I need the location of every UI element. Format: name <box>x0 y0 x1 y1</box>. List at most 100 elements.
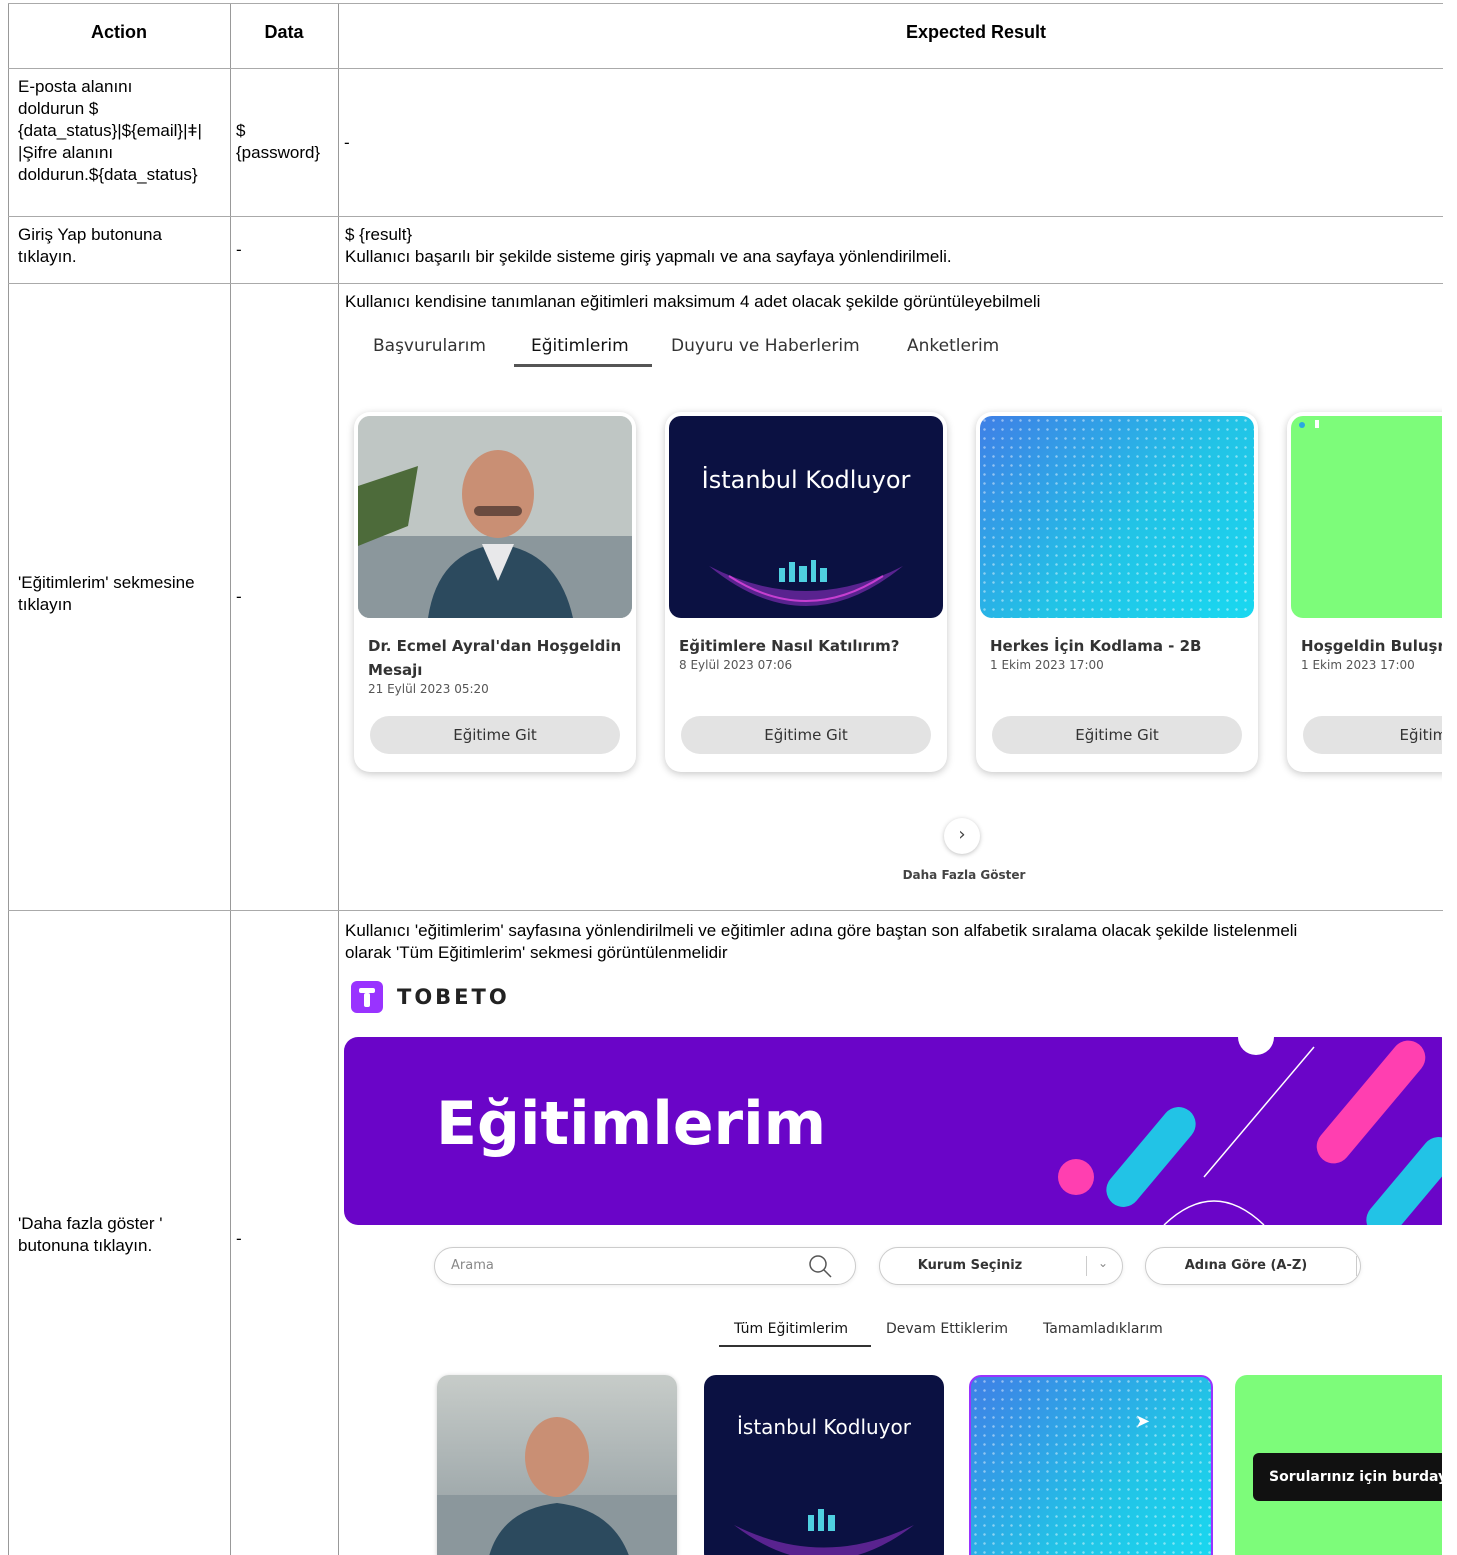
course-card[interactable]: Sorularınız için burdayı <box>1235 1375 1442 1555</box>
city-wave-graphic <box>709 560 903 606</box>
tab-tum-egitimlerim[interactable]: Tüm Eğitimlerim <box>734 1321 848 1337</box>
header-expected-result: Expected Result <box>905 22 1047 42</box>
row1-action-line: |Şifre alanını <box>18 143 114 162</box>
row-divider-1 <box>8 68 1443 69</box>
table-border-col1 <box>230 3 231 1555</box>
tab-duyuru-haberlerim[interactable]: Duyuru ve Haberlerim <box>671 336 860 356</box>
select-divider <box>1356 1256 1357 1276</box>
row-divider-3 <box>8 283 1443 284</box>
row3-action: 'Eğitimlerim' sekmesine tıklayın <box>18 572 195 616</box>
course-thumbnail-code-pattern <box>980 416 1254 618</box>
course-thumbnail-istanbul-kodluyor: İstanbul Kodluyor <box>669 416 943 618</box>
brand-name: TOBETO <box>397 985 510 1009</box>
institution-select[interactable]: Kurum Seçiniz ⌄ <box>879 1247 1123 1285</box>
banner-title: Eğitimlerim <box>436 1089 827 1159</box>
search-placeholder: Arama <box>451 1258 494 1273</box>
course-card[interactable]: Herkes İçin Kodlama - 2B 1 Ekim 2023 17:… <box>976 412 1258 772</box>
course-card[interactable]: Dr. Ecmel Ayral'dan Hoşgeldin Mesajı 21 … <box>354 412 636 772</box>
course-date: 1 Ekim 2023 17:00 <box>1301 658 1415 672</box>
person-photo <box>437 1417 677 1555</box>
row3-action-line: 'Eğitimlerim' sekmesine <box>18 573 195 592</box>
select-divider <box>1086 1256 1087 1276</box>
go-to-course-button[interactable]: Eğitime Git <box>992 716 1242 754</box>
hero-banner: Eğitimlerim <box>344 1037 1442 1225</box>
row2-data: - <box>236 240 242 259</box>
search-icon <box>809 1255 832 1278</box>
row1-action-line: doldurun $ <box>18 99 99 118</box>
tab-basvurularim[interactable]: Başvurularım <box>373 336 486 356</box>
course-title: Dr. Ecmel Ayral'dan Hoşgeldin Mesajı <box>368 637 622 679</box>
city-wave-graphic <box>734 1509 914 1555</box>
row3-expected: Kullanıcı kendisine tanımlanan eğitimler… <box>345 292 1041 311</box>
course-card[interactable]: Hoşgeldin Buluşr 1 Ekim 2023 17:00 Eğiti… <box>1287 412 1442 772</box>
row-divider-2 <box>8 216 1443 217</box>
row2-action-line: tıklayın. <box>18 247 77 266</box>
sort-select-value: Adına Göre (A-Z) <box>1184 1258 1308 1273</box>
chat-help-label: Sorularınız için burdayı <box>1269 1469 1442 1485</box>
dot-pattern <box>971 1377 1211 1555</box>
course-thumbnail-photo <box>358 416 632 618</box>
row1-expected: - <box>344 133 350 152</box>
row1-data-line: $ <box>236 121 246 140</box>
go-to-course-button[interactable]: Eğitime Git <box>370 716 620 754</box>
show-more-label[interactable]: Daha Fazla Göster <box>339 868 1442 882</box>
row1-action-line: {data_status}|${email}|ǂ| <box>18 121 202 140</box>
tobeto-logo-icon <box>351 981 383 1013</box>
show-more-button[interactable]: › <box>944 818 980 854</box>
row1-action-line: E-posta alanını <box>18 77 133 96</box>
course-date: 1 Ekim 2023 17:00 <box>990 658 1104 672</box>
row1-data: $ {password} <box>236 120 320 164</box>
dot-icon <box>1315 420 1319 428</box>
row2-expected-line: $ {result} <box>345 225 413 244</box>
row4-data: - <box>236 1229 242 1248</box>
tab-egitimlerim[interactable]: Eğitimlerim <box>531 336 629 356</box>
course-card[interactable]: ➤ <box>969 1375 1213 1555</box>
table-border-top <box>8 3 1443 4</box>
course-card[interactable]: İstanbul Kodluyor Eğitimlere Nasıl Katıl… <box>665 412 947 772</box>
search-input[interactable]: Arama <box>434 1247 856 1285</box>
sort-select[interactable]: Adına Göre (A-Z) <box>1145 1247 1361 1285</box>
tab-anketlerim[interactable]: Anketlerim <box>907 336 999 356</box>
tab-tamamladiklarim[interactable]: Tamamladıklarım <box>1043 1321 1163 1337</box>
chat-help-button[interactable]: Sorularınız için burdayı <box>1253 1453 1442 1501</box>
screenshot-dashboard: Başvurularım Eğitimlerim Duyuru ve Haber… <box>339 322 1442 908</box>
row1-action: E-posta alanını doldurun $ {data_status}… <box>18 76 228 186</box>
chevron-down-icon: ⌄ <box>1098 1256 1109 1270</box>
row4-action-line: 'Daha fazla göster ' <box>18 1214 163 1233</box>
row-divider-4 <box>8 910 1443 911</box>
course-date: 8 Eylül 2023 07:06 <box>679 658 793 672</box>
tab-devam-ettiklerim[interactable]: Devam Ettiklerim <box>886 1321 1008 1337</box>
course-title: Hoşgeldin Buluşr <box>1301 637 1442 655</box>
dot-icon <box>1299 422 1305 428</box>
header-data: Data <box>264 22 304 42</box>
course-title: Eğitimlere Nasıl Katılırım? <box>679 637 900 655</box>
row2-action: Giriş Yap butonuna tıklayın. <box>18 224 162 268</box>
row4-action-line: butonuna tıklayın. <box>18 1236 153 1255</box>
row2-expected-line: Kullanıcı başarılı bir şekilde sisteme g… <box>345 247 952 266</box>
row2-expected: $ {result} Kullanıcı başarılı bir şekild… <box>345 224 952 268</box>
row3-action-line: tıklayın <box>18 595 72 614</box>
dot-pattern <box>980 416 1254 618</box>
course-card[interactable] <box>437 1375 677 1555</box>
person-photo <box>358 416 632 618</box>
go-to-course-button[interactable]: Eğitime <box>1303 716 1442 754</box>
course-title: Herkes İçin Kodlama - 2B <box>990 637 1202 655</box>
table-border-left <box>8 3 9 1555</box>
tab-active-underline <box>719 1345 871 1347</box>
cursor-icon: ➤ <box>1135 1411 1151 1432</box>
row1-action-line: doldurun.${data_status} <box>18 165 198 184</box>
row2-action-line: Giriş Yap butonuna <box>18 225 162 244</box>
row4-expected: Kullanıcı 'eğitimlerim' sayfasına yönlen… <box>345 920 1445 964</box>
row4-expected-line: olarak 'Tüm Eğitimlerim' sekmesi görüntü… <box>345 943 728 962</box>
course-thumbnail-green <box>1291 416 1442 618</box>
go-to-course-button[interactable]: Eğitime Git <box>681 716 931 754</box>
chevron-right-icon: › <box>958 824 966 845</box>
screenshot-egitimlerim-page: TOBETO Eğitimlerim Arama Kurum Seçiniz ⌄… <box>339 975 1442 1555</box>
course-card[interactable]: İstanbul Kodluyor <box>704 1375 944 1555</box>
header-action: Action <box>91 22 147 42</box>
row1-data-line: {password} <box>236 143 321 162</box>
course-date: 21 Eylül 2023 05:20 <box>368 682 489 696</box>
institution-select-value: Kurum Seçiniz <box>917 1258 1023 1273</box>
tab-active-underline <box>514 364 652 367</box>
row3-data: - <box>236 587 242 606</box>
